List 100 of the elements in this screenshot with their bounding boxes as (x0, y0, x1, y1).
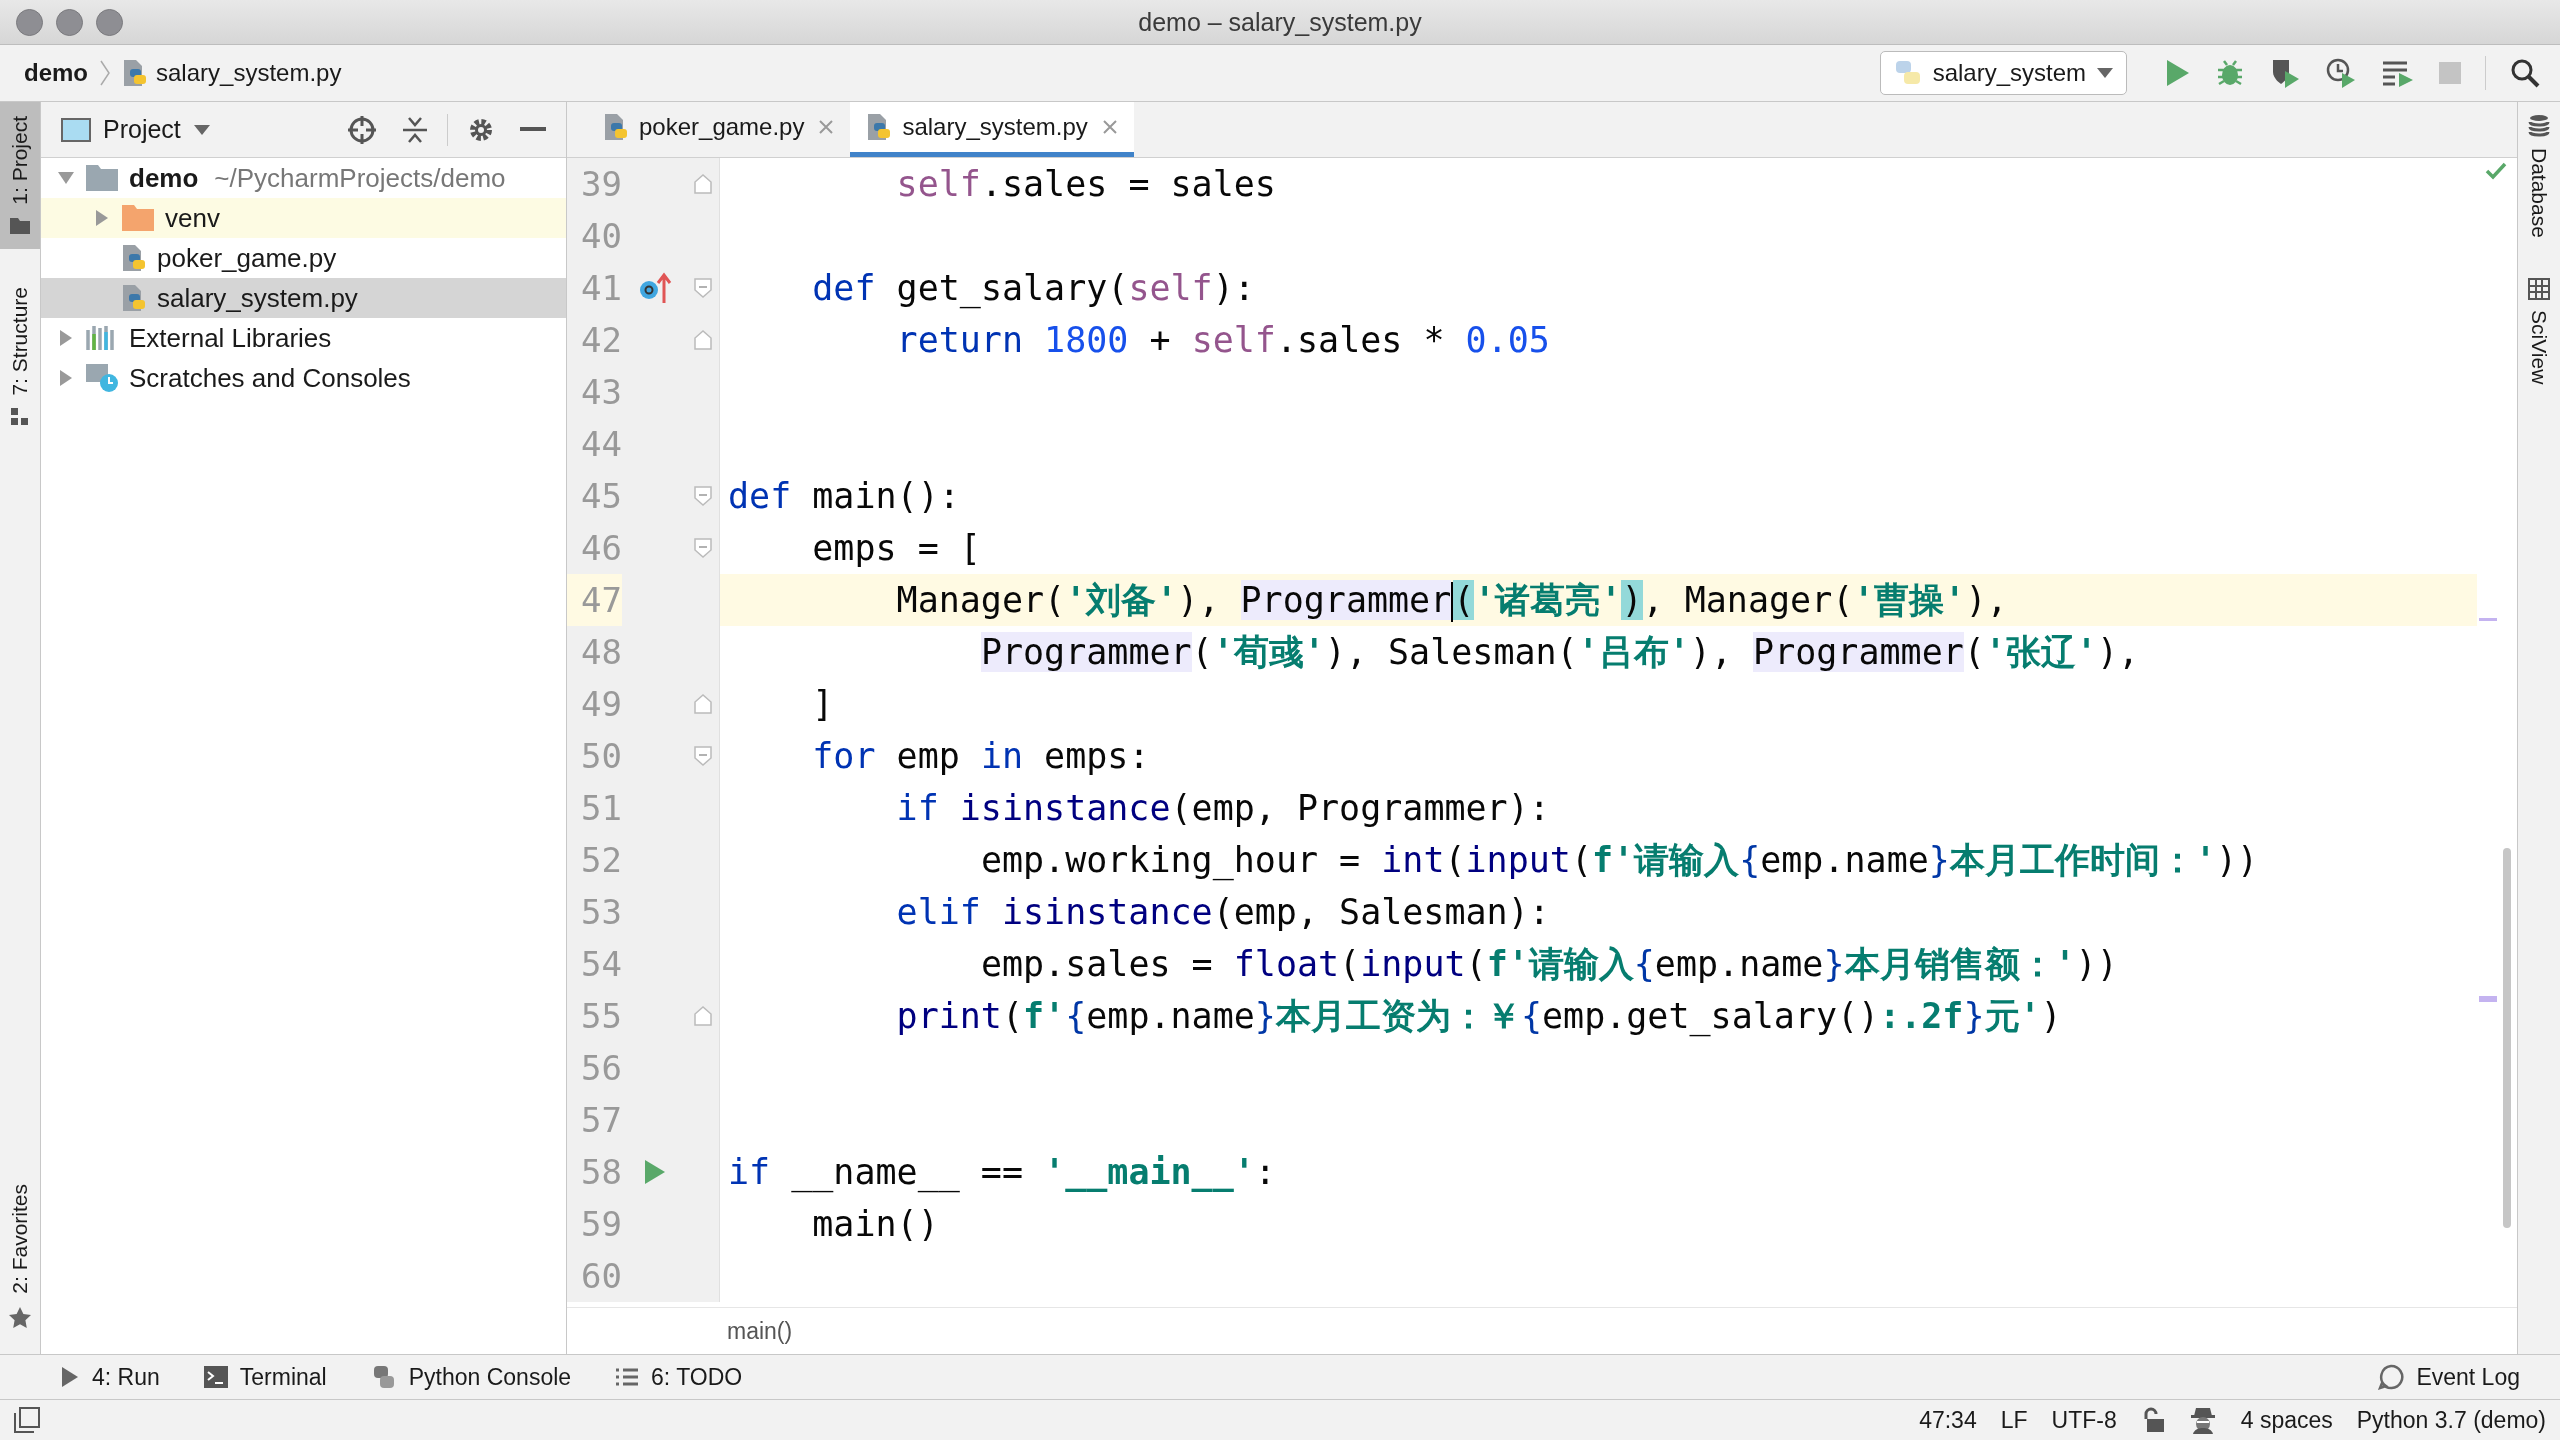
run-configuration-dropdown[interactable]: salary_system (1879, 51, 2127, 95)
line-number: 50 (580, 735, 622, 778)
code-line: main() (811, 1203, 940, 1246)
clock-run-icon[interactable] (2325, 57, 2357, 89)
minimize-icon[interactable] (520, 126, 546, 133)
code-line: emps = [ (811, 527, 982, 570)
line-number: 53 (580, 891, 622, 934)
folder-icon (9, 216, 31, 235)
python-file-icon (603, 112, 629, 142)
structure-icon (10, 407, 30, 428)
line-number: 57 (580, 1099, 622, 1142)
editor-tab[interactable]: salary_system.py (850, 102, 1134, 157)
python-file-icon (121, 283, 147, 313)
inspector-icon[interactable] (2188, 1406, 2217, 1434)
code-line: emp.sales = float(input(f'请输入{emp.name}本月销售额：')) (979, 943, 2119, 986)
status-item[interactable]: 4 spaces (2240, 1406, 2333, 1434)
window-icon (61, 117, 91, 142)
close-icon[interactable] (818, 119, 835, 135)
python-file-icon (122, 58, 148, 88)
tree-item[interactable]: External Libraries (129, 322, 332, 354)
line-number: 58 (580, 1151, 622, 1194)
check-icon (2485, 162, 2507, 180)
tree-item[interactable]: Scratches and Consoles (129, 362, 411, 394)
line-number: 59 (580, 1203, 622, 1246)
tool-window-tab[interactable]: Database (2527, 114, 2551, 238)
code-line: if __name__ == '__main__': (727, 1151, 1277, 1195)
breadcrumb-item[interactable]: main() (727, 1317, 793, 1345)
line-number: 54 (580, 943, 622, 986)
line-number: 39 (580, 163, 622, 206)
tool-window-tab[interactable]: 7: Structure (0, 272, 40, 442)
fold-end-icon[interactable] (694, 174, 712, 194)
tool-window-button[interactable]: Terminal (203, 1363, 327, 1391)
run-icon (60, 1365, 80, 1389)
line-number: 47 (567, 574, 622, 626)
window-toggle-icon[interactable] (14, 1407, 40, 1433)
tool-window-button[interactable]: 6: TODO (615, 1363, 743, 1391)
code-line: emp.working_hour = int(input(f'请输入{emp.name}本月工作时间：')) (979, 839, 2260, 883)
minimize-window-button[interactable] (56, 8, 83, 36)
crosshair-icon[interactable] (347, 114, 377, 145)
search-icon[interactable] (2510, 58, 2540, 88)
dropdown-arrow-icon (192, 123, 211, 136)
override-icon[interactable] (638, 271, 672, 305)
status-item[interactable]: 47:34 (1919, 1406, 1977, 1434)
window-title: demo – salary_system.py (1138, 7, 1422, 37)
line-number: 40 (580, 215, 622, 258)
terminal-icon (203, 1366, 228, 1388)
line-number: 46 (580, 527, 622, 570)
fold-end-icon[interactable] (694, 1006, 712, 1026)
status-item[interactable]: UTF-8 (2051, 1406, 2117, 1434)
dropdown-arrow-icon (2096, 67, 2114, 79)
tree-item[interactable]: venv (165, 202, 220, 234)
zoom-window-button[interactable] (96, 8, 123, 36)
fold-icon[interactable] (694, 538, 712, 558)
line-number: 55 (580, 995, 622, 1038)
python-file-icon (121, 243, 147, 273)
line-number: 48 (580, 631, 622, 674)
project-path: ~/PycharmProjects/demo (214, 162, 506, 194)
run-icon[interactable] (643, 1158, 667, 1186)
line-number: 42 (580, 319, 622, 362)
tool-window-tab[interactable]: SciView (2527, 277, 2551, 385)
code-line: for emp in emps: (811, 735, 1151, 778)
close-icon[interactable] (1101, 119, 1118, 135)
tree-item[interactable]: poker_game.py (157, 242, 337, 274)
status-item[interactable]: LF (2000, 1406, 2028, 1434)
code-line: def main(): (727, 475, 961, 518)
line-number: 45 (580, 475, 622, 518)
tool-window-tab[interactable]: 1: Project (0, 102, 40, 249)
fold-icon[interactable] (694, 746, 712, 766)
line-number: 52 (580, 839, 622, 882)
code-line: self.sales = sales (895, 163, 1277, 206)
fold-end-icon[interactable] (694, 330, 712, 350)
usage-marker[interactable] (2479, 618, 2497, 621)
close-window-button[interactable] (16, 8, 43, 36)
code-line: print(f'{emp.name}本月工资为：￥{emp.get_salary():.2f}元') (895, 995, 2063, 1039)
folder-icon (121, 204, 155, 232)
fold-end-icon[interactable] (694, 694, 712, 714)
fold-icon[interactable] (694, 278, 712, 298)
project-view-dropdown[interactable]: Project (61, 115, 211, 144)
status-item[interactable]: Python 3.7 (demo) (2356, 1406, 2546, 1434)
code-line: ] (811, 683, 835, 726)
breadcrumb-item[interactable]: salary_system.py (156, 59, 342, 87)
event-log-button[interactable]: Event Log (2378, 1363, 2520, 1391)
python-file-icon (866, 112, 893, 142)
line-number: 44 (580, 423, 622, 466)
folder-icon (85, 164, 119, 192)
database-icon (2528, 114, 2550, 138)
usage-marker[interactable] (2479, 996, 2497, 1002)
tree-item[interactable]: demo (129, 162, 199, 194)
list-icon (615, 1367, 640, 1387)
breadcrumb-item[interactable]: demo (24, 59, 88, 87)
tool-window-button[interactable]: Python Console (370, 1363, 572, 1391)
editor-tab[interactable]: poker_game.py (587, 102, 851, 157)
code-line: return 1800 + self.sales * 0.05 (895, 319, 1551, 362)
scrollbar[interactable] (2503, 848, 2511, 1228)
tool-window-button[interactable]: 4: Run (60, 1363, 160, 1391)
tool-window-tab[interactable]: 2: Favorites (0, 1170, 40, 1344)
fold-icon[interactable] (694, 486, 712, 506)
bug-icon[interactable] (2215, 58, 2245, 88)
code-line: if isinstance(emp, Programmer): (895, 787, 1551, 830)
line-number: 49 (580, 683, 622, 726)
